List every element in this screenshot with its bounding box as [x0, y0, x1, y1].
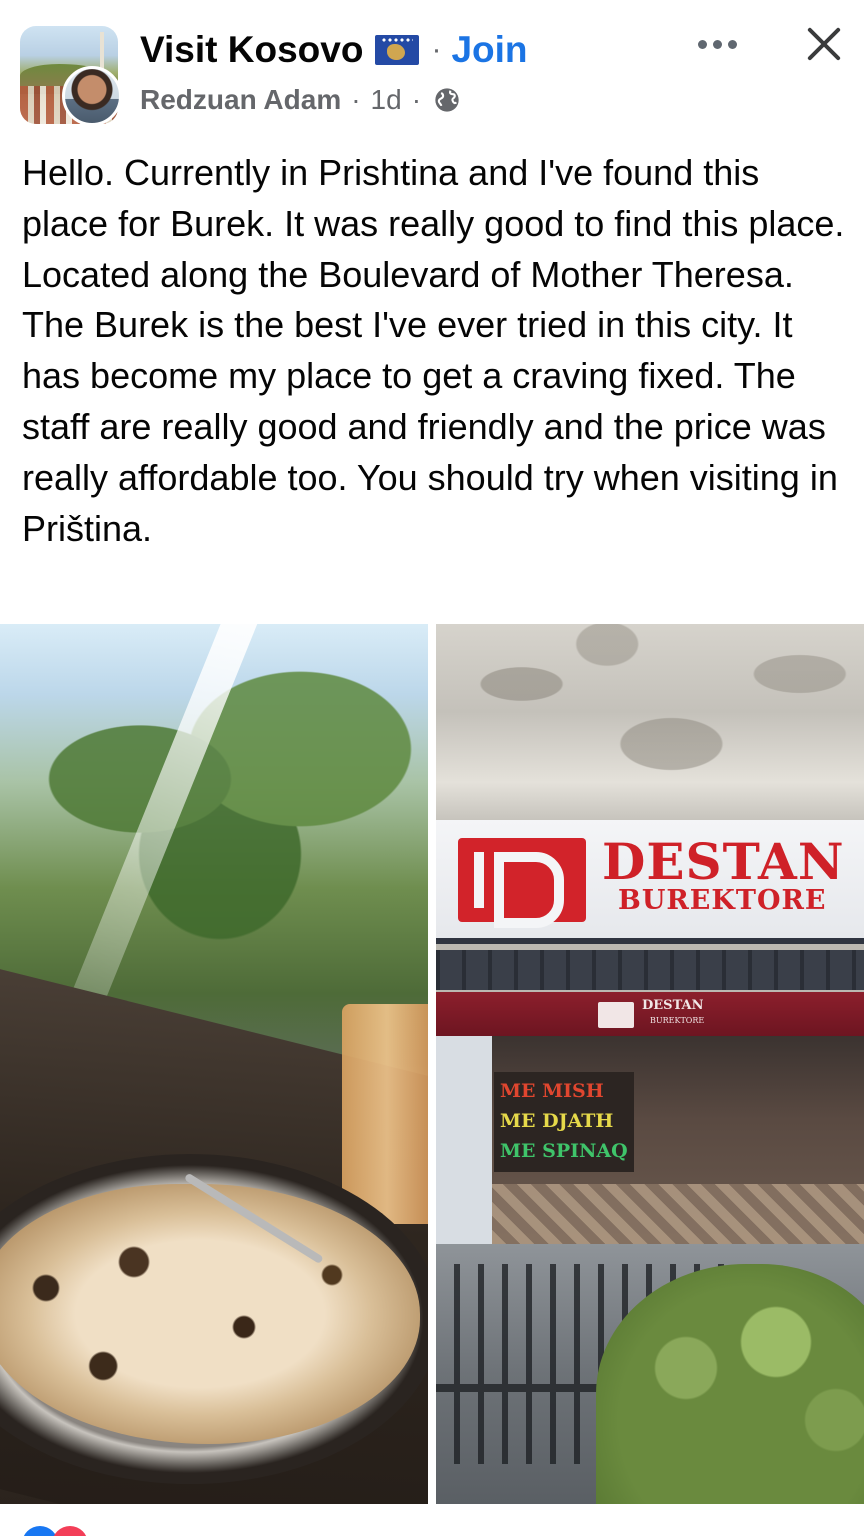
- post-header: Visit Kosovo · Join Redzuan Adam · 1d ·: [0, 0, 864, 140]
- post-timestamp[interactable]: 1d: [371, 82, 402, 118]
- reaction-icons[interactable]: [22, 1526, 102, 1536]
- shop-sign-subtitle: BUREKTORE: [618, 885, 827, 916]
- post-photo-shopfront[interactable]: DESTAN BUREKTORE DESTAN BUREKTORE ME MIS…: [436, 624, 864, 1504]
- author-name-link[interactable]: Redzuan Adam: [140, 82, 341, 118]
- join-button[interactable]: Join: [451, 28, 527, 72]
- close-icon[interactable]: [800, 20, 848, 68]
- canopy-logo: [598, 1002, 634, 1028]
- shop-sign: DESTAN BUREKTORE: [436, 820, 864, 944]
- group-name-link[interactable]: Visit Kosovo: [140, 28, 363, 72]
- like-reaction-icon: [22, 1526, 58, 1536]
- canopy-subtitle: BUREKTORE: [650, 1016, 705, 1025]
- kosovo-flag-icon: [375, 35, 420, 65]
- menu-item: ME MISH: [500, 1080, 604, 1102]
- love-reaction-icon: [52, 1526, 88, 1536]
- meta-separator: ·: [411, 84, 422, 115]
- title-separator: ·: [431, 33, 442, 66]
- facebook-post: Visit Kosovo · Join Redzuan Adam · 1d · …: [0, 0, 864, 1536]
- meta-separator: ·: [351, 84, 361, 115]
- menu-window: ME MISH ME DJATH ME SPINAQ: [494, 1072, 634, 1172]
- drink-cup: [342, 1004, 428, 1224]
- group-title-row: Visit Kosovo · Join: [140, 28, 528, 72]
- post-photo-burek[interactable]: [0, 624, 428, 1504]
- post-body-text: Hello. Currently in Prishtina and I've f…: [22, 152, 845, 549]
- menu-item: ME SPINAQ: [500, 1140, 628, 1162]
- more-horizontal-icon[interactable]: [690, 24, 744, 64]
- post-meta: Redzuan Adam · 1d ·: [140, 82, 461, 118]
- author-avatar[interactable]: [62, 66, 122, 126]
- shop-sign-title: DESTAN: [602, 832, 845, 891]
- shop-canopy: DESTAN BUREKTORE: [436, 992, 864, 1036]
- canopy-title: DESTAN: [642, 998, 704, 1013]
- menu-item: ME DJATH: [500, 1110, 614, 1132]
- globe-icon: [435, 88, 459, 112]
- burek-pastry: [0, 1184, 420, 1444]
- destan-logo: [458, 838, 586, 928]
